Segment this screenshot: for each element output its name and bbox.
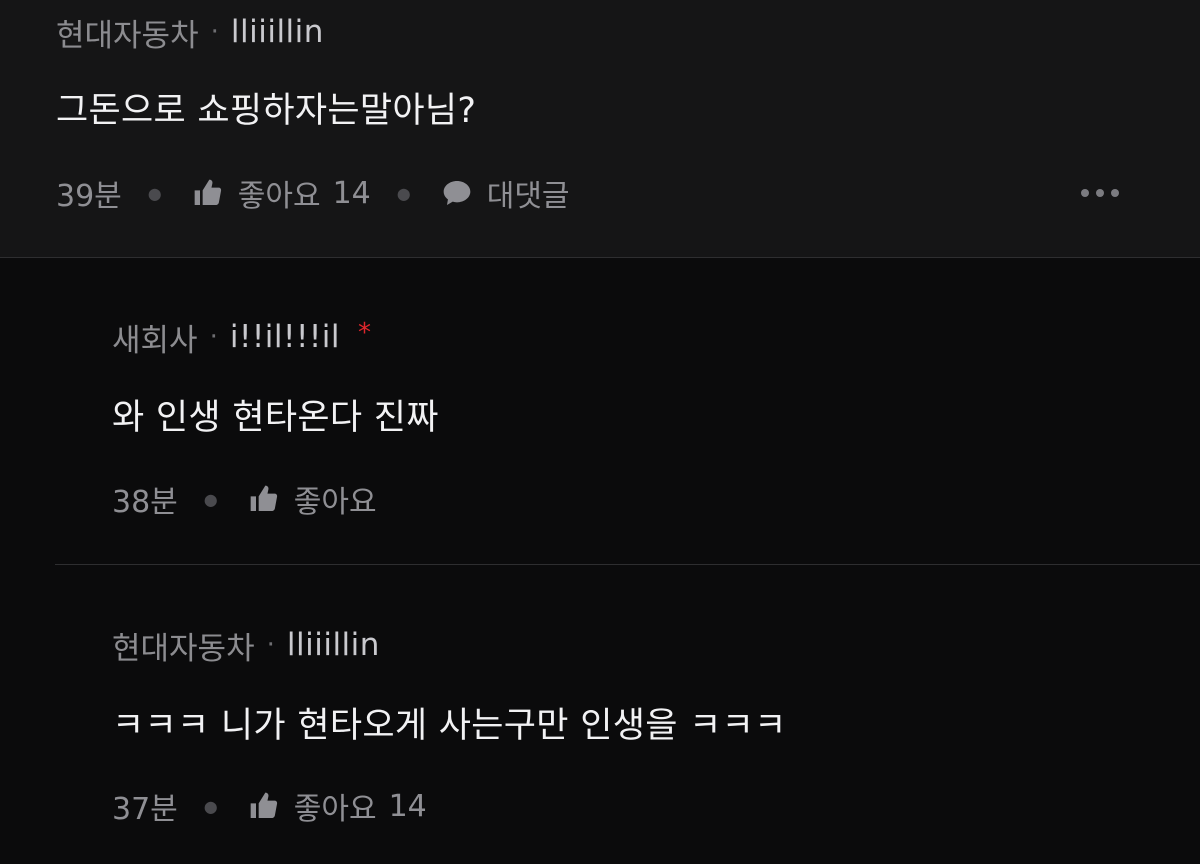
more-dots-icon <box>1081 189 1089 197</box>
meta-separator: · <box>210 17 219 47</box>
comment-author[interactable]: 현대자동차 · lliiillin <box>112 625 380 667</box>
reply-label: 대댓글 <box>486 179 570 214</box>
comment-actions: 38분 ● 좋아요 <box>112 477 377 521</box>
thumbs-up-icon <box>192 177 224 209</box>
like-label: 좋아요 <box>293 485 377 520</box>
comment-text: ㅋㅋㅋ 니가 현타오게 사는구만 인생을 ㅋㅋㅋ <box>112 706 787 746</box>
comment-actions: 37분 ● 좋아요 14 <box>112 784 427 828</box>
action-separator: ● <box>203 796 218 816</box>
comment-text: 그돈으로 쇼핑하자는말아님? <box>56 91 477 131</box>
author-nickname: lliiillin <box>230 14 324 50</box>
author-company: 현대자동차 <box>112 630 255 667</box>
comment-text: 와 인생 현타온다 진짜 <box>112 398 439 438</box>
speech-bubble-icon <box>441 177 473 209</box>
meta-separator: · <box>209 322 218 352</box>
comment-item: 현대자동차 · lliiillin 그돈으로 쇼핑하자는말아님? 39분 ● 좋… <box>0 0 1200 258</box>
reply-item: 현대자동차 · lliiillin ㅋㅋㅋ 니가 현타오게 사는구만 인생을 ㅋ… <box>0 565 1200 864</box>
author-badge: * <box>358 318 372 348</box>
more-options-button[interactable] <box>1081 178 1119 208</box>
comment-thread: 현대자동차 · lliiillin 그돈으로 쇼핑하자는말아님? 39분 ● 좋… <box>0 0 1200 864</box>
author-company: 새회사 <box>112 322 198 359</box>
author-company: 현대자동차 <box>56 17 199 54</box>
like-count: 14 <box>388 788 427 824</box>
action-separator: ● <box>147 183 162 203</box>
meta-separator: · <box>266 630 275 660</box>
reply-button[interactable]: 대댓글 <box>441 171 570 215</box>
like-label: 좋아요 <box>293 792 377 827</box>
author-nickname: i!!il!!!il <box>229 319 341 355</box>
thumbs-up-icon <box>248 483 280 515</box>
comment-time: 38분 <box>112 485 178 520</box>
action-separator: ● <box>203 489 218 509</box>
like-button[interactable]: 좋아요 14 <box>192 171 371 215</box>
thumbs-up-icon <box>248 790 280 822</box>
comment-time: 39분 <box>56 179 122 214</box>
comment-time: 37분 <box>112 792 178 827</box>
like-button[interactable]: 좋아요 14 <box>248 784 427 828</box>
comment-author[interactable]: 현대자동차 · lliiillin <box>56 12 324 54</box>
like-button[interactable]: 좋아요 <box>248 477 377 521</box>
reply-item: 새회사 · i!!il!!!il * 와 인생 현타온다 진짜 38분 ● 좋아… <box>0 259 1200 565</box>
like-count: 14 <box>332 175 371 211</box>
author-nickname: lliiillin <box>286 627 380 663</box>
comment-author[interactable]: 새회사 · i!!il!!!il * <box>112 317 372 359</box>
like-label: 좋아요 <box>237 179 321 214</box>
action-separator: ● <box>396 183 411 203</box>
comment-actions: 39분 ● 좋아요 14 ● 대댓글 <box>56 171 570 215</box>
